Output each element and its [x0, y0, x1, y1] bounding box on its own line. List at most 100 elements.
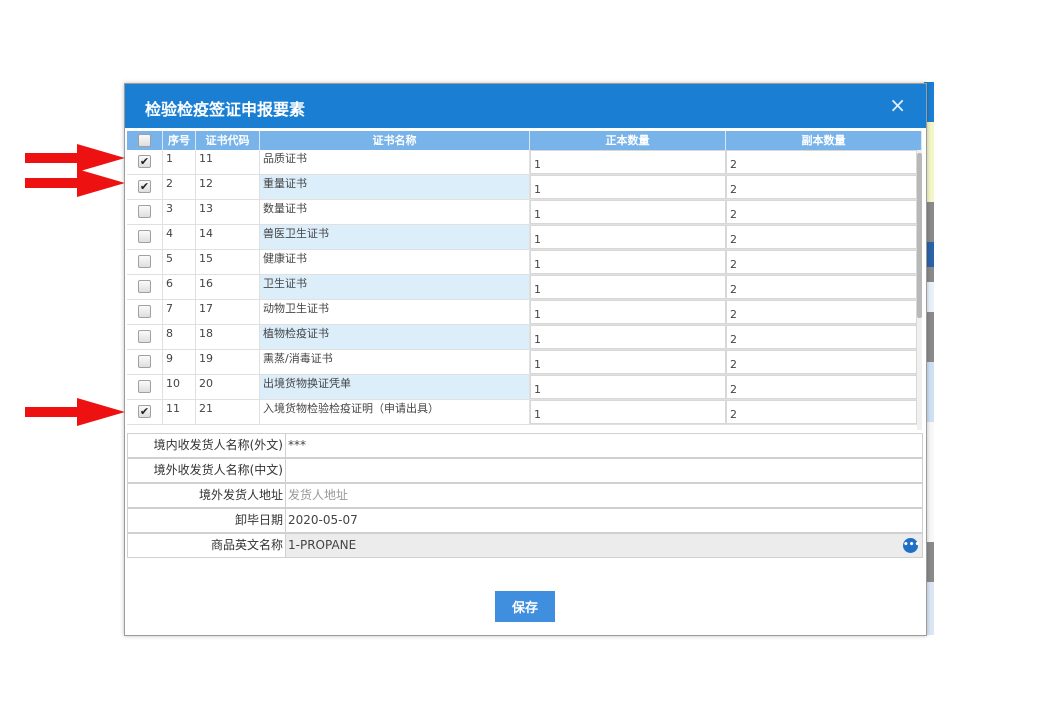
original-qty-input[interactable]: 1 — [530, 175, 726, 199]
grid-body: ✔ 1 11 品质证书 1 2 ✔ 2 12 重量证书 1 2 3 13 数量证书 1 2 4 14 兽医卫生证书 1 2… — [127, 150, 917, 430]
row-seq: 2 — [163, 175, 196, 199]
form-row: 境内收发货人名称(外文) *** — [127, 433, 923, 458]
copy-qty-input[interactable]: 2 — [726, 250, 917, 274]
row-checkbox[interactable] — [138, 205, 151, 218]
original-qty-input[interactable]: 1 — [530, 325, 726, 349]
copy-qty-input[interactable]: 2 — [726, 275, 917, 299]
original-qty-input[interactable]: 1 — [530, 150, 726, 174]
row-checkbox[interactable] — [138, 305, 151, 318]
form-field-label: 卸毕日期 — [128, 509, 286, 532]
form-field-label: 境内收发货人名称(外文) — [128, 434, 286, 457]
table-row[interactable]: 4 14 兽医卫生证书 1 2 — [127, 225, 917, 250]
copy-qty-input[interactable]: 2 — [726, 150, 917, 174]
table-row[interactable]: ✔ 1 11 品质证书 1 2 — [127, 150, 917, 175]
table-row[interactable]: 10 20 出境货物换证凭单 1 2 — [127, 375, 917, 400]
table-row[interactable]: 6 16 卫生证书 1 2 — [127, 275, 917, 300]
row-checkbox-cell — [127, 325, 163, 349]
row-seq: 11 — [163, 400, 196, 424]
table-row[interactable]: ✔ 2 12 重量证书 1 2 — [127, 175, 917, 200]
original-qty-input[interactable]: 1 — [530, 350, 726, 374]
copy-qty-input[interactable]: 2 — [726, 225, 917, 249]
product-english-name-field[interactable]: 1-PROPANE ••• — [286, 534, 922, 557]
table-row[interactable]: 8 18 植物检疫证书 1 2 — [127, 325, 917, 350]
copy-qty-input[interactable]: 2 — [726, 400, 917, 424]
red-arrow-annotation — [25, 169, 125, 197]
row-name: 入境货物检验检疫证明（申请出具） — [260, 400, 530, 424]
original-qty-input[interactable]: 1 — [530, 300, 726, 324]
row-name: 重量证书 — [260, 175, 530, 199]
form-row: 卸毕日期 2020-05-07 — [127, 508, 923, 533]
form-field-input[interactable] — [286, 459, 288, 482]
row-checkbox-cell — [127, 250, 163, 274]
row-code: 21 — [196, 400, 260, 424]
close-icon[interactable]: × — [889, 93, 906, 117]
row-seq: 1 — [163, 150, 196, 174]
row-code: 12 — [196, 175, 260, 199]
grid-header: 序号 证书代码 证书名称 正本数量 副本数量 — [127, 131, 922, 150]
row-checkbox[interactable] — [138, 330, 151, 343]
red-arrow-annotation — [25, 398, 125, 426]
original-qty-input[interactable]: 1 — [530, 275, 726, 299]
form-field-label: 商品英文名称 — [128, 534, 286, 557]
original-qty-input[interactable]: 1 — [530, 250, 726, 274]
row-checkbox[interactable] — [138, 230, 151, 243]
header-checkbox-cell — [127, 131, 163, 150]
row-name: 健康证书 — [260, 250, 530, 274]
row-checkbox[interactable] — [138, 280, 151, 293]
row-name: 熏蒸/消毒证书 — [260, 350, 530, 374]
row-seq: 6 — [163, 275, 196, 299]
row-checkbox[interactable] — [138, 380, 151, 393]
row-checkbox-cell — [127, 375, 163, 399]
row-checkbox[interactable]: ✔ — [138, 180, 151, 193]
row-code: 16 — [196, 275, 260, 299]
row-checkbox-cell — [127, 225, 163, 249]
copy-qty-input[interactable]: 2 — [726, 200, 917, 224]
form-field-input[interactable]: 2020-05-07 — [286, 509, 358, 532]
copy-qty-input[interactable]: 2 — [726, 325, 917, 349]
row-seq: 10 — [163, 375, 196, 399]
row-checkbox[interactable]: ✔ — [138, 155, 151, 168]
row-checkbox[interactable] — [138, 255, 151, 268]
row-checkbox[interactable] — [138, 355, 151, 368]
column-header-original: 正本数量 — [530, 131, 726, 150]
copy-qty-input[interactable]: 2 — [726, 350, 917, 374]
row-checkbox-cell: ✔ — [127, 175, 163, 199]
certificate-grid: 序号 证书代码 证书名称 正本数量 副本数量 ✔ 1 11 品质证书 1 2 ✔ 2 12 重量证… — [127, 131, 922, 430]
more-options-icon[interactable]: ••• — [903, 538, 920, 553]
row-code: 13 — [196, 200, 260, 224]
row-seq: 7 — [163, 300, 196, 324]
copy-qty-input[interactable]: 2 — [726, 175, 917, 199]
grid-scrollbar[interactable] — [917, 150, 922, 430]
copy-qty-input[interactable]: 2 — [726, 375, 917, 399]
row-checkbox-cell — [127, 300, 163, 324]
row-name: 植物检疫证书 — [260, 325, 530, 349]
row-name: 品质证书 — [260, 150, 530, 174]
table-row[interactable]: ✔ 11 21 入境货物检验检疫证明（申请出具） 1 2 — [127, 400, 917, 425]
save-button[interactable]: 保存 — [495, 591, 555, 622]
original-qty-input[interactable]: 1 — [530, 375, 726, 399]
row-checkbox[interactable]: ✔ — [138, 405, 151, 418]
grid-scrollbar-thumb[interactable] — [917, 153, 922, 318]
row-seq: 9 — [163, 350, 196, 374]
row-code: 18 — [196, 325, 260, 349]
form-field-input[interactable]: 发货人地址 — [286, 484, 348, 507]
select-all-checkbox[interactable] — [138, 134, 151, 147]
row-code: 14 — [196, 225, 260, 249]
original-qty-input[interactable]: 1 — [530, 200, 726, 224]
table-row[interactable]: 5 15 健康证书 1 2 — [127, 250, 917, 275]
row-name: 数量证书 — [260, 200, 530, 224]
form-field-label: 境外收发货人名称(中文) — [128, 459, 286, 482]
original-qty-input[interactable]: 1 — [530, 400, 726, 424]
row-code: 11 — [196, 150, 260, 174]
copy-qty-input[interactable]: 2 — [726, 300, 917, 324]
row-name: 出境货物换证凭单 — [260, 375, 530, 399]
form-field-input[interactable]: *** — [286, 434, 306, 457]
dialog-titlebar: 检验检疫签证申报要素 × — [125, 84, 926, 128]
row-code: 19 — [196, 350, 260, 374]
original-qty-input[interactable]: 1 — [530, 225, 726, 249]
row-name: 动物卫生证书 — [260, 300, 530, 324]
table-row[interactable]: 3 13 数量证书 1 2 — [127, 200, 917, 225]
row-seq: 8 — [163, 325, 196, 349]
table-row[interactable]: 9 19 熏蒸/消毒证书 1 2 — [127, 350, 917, 375]
table-row[interactable]: 7 17 动物卫生证书 1 2 — [127, 300, 917, 325]
